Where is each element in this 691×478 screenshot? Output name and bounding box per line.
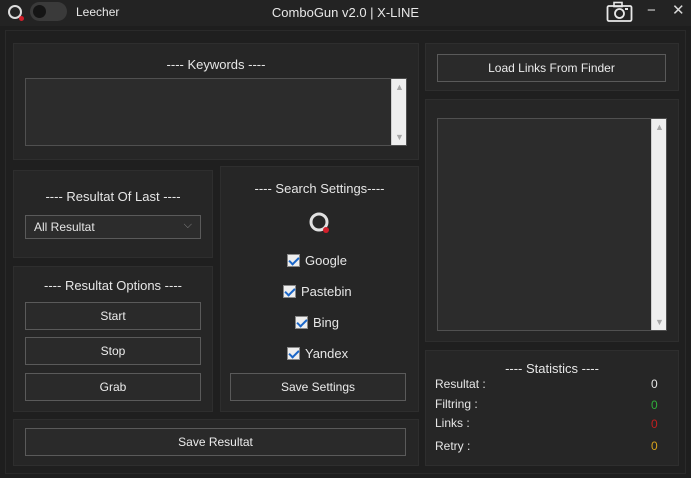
minimize-button[interactable]: − [647,3,656,19]
resultat-select[interactable]: All Resultat ⌵ [25,215,201,239]
statistics-title: ---- Statistics ---- [505,361,599,376]
camera-icon[interactable] [606,1,633,23]
bing-checkbox[interactable] [295,316,308,329]
stat-filtring-label: Filtring : [435,397,478,411]
pastebin-label: Pastebin [301,284,352,299]
stat-filtring-value: 0 [651,398,658,412]
loading-spinner-icon [309,212,329,233]
yandex-checkbox[interactable] [287,347,300,360]
resultat-of-last-panel: ---- Resultat Of Last ---- All Resultat … [13,170,213,258]
search-settings-title: ---- Search Settings---- [254,181,385,196]
resultat-options-title: ---- Resultat Options ---- [44,278,182,293]
stat-resultat-label: Resultat : [435,377,486,391]
stat-resultat-value: 0 [651,377,658,391]
stat-retry-value: 0 [651,439,658,453]
search-settings-panel: ---- Search Settings---- Google Pastebin… [220,166,419,412]
yandex-label: Yandex [305,346,349,361]
keywords-input[interactable]: ▲ ▼ [25,78,407,146]
keywords-scrollbar[interactable]: ▲ ▼ [391,79,406,145]
google-label: Google [305,253,347,268]
scroll-down-icon[interactable]: ▼ [392,131,407,143]
finder-panel: ▲ ▼ [425,99,679,342]
window-title: ComboGun v2.0 | X-LINE [271,5,420,20]
keywords-panel: ---- Keywords ---- ▲ ▼ [13,43,419,160]
title-bar: Leecher ComboGun v2.0 | X-LINE − ✕ [0,0,691,26]
scroll-up-icon[interactable]: ▲ [392,81,407,93]
stat-links-label: Links : [435,416,470,430]
bing-label: Bing [313,315,340,330]
stop-button[interactable]: Stop [25,337,201,365]
chevron-down-icon: ⌵ [183,219,192,231]
google-checkbox[interactable] [287,254,300,267]
resultat-select-value: All Resultat [34,220,95,234]
stat-retry-label: Retry : [435,439,471,453]
resultat-options-panel: ---- Resultat Options ---- Start Stop Gr… [13,266,213,412]
resultat-of-last-title: ---- Resultat Of Last ---- [45,189,181,204]
save-resultat-panel: Save Resultat [13,419,419,466]
grab-button[interactable]: Grab [25,373,201,401]
save-settings-button[interactable]: Save Settings [230,373,406,401]
close-button[interactable]: ✕ [672,3,685,19]
pastebin-checkbox-row[interactable]: Pastebin [283,284,352,299]
google-checkbox-row[interactable]: Google [287,253,347,268]
load-links-panel: Load Links From Finder [425,43,679,91]
stat-links-value: 0 [651,417,658,431]
finder-scrollbar[interactable]: ▲ ▼ [651,119,666,330]
scroll-up-icon[interactable]: ▲ [652,121,667,133]
scroll-down-icon[interactable]: ▼ [652,316,667,328]
start-button[interactable]: Start [25,302,201,330]
pastebin-checkbox[interactable] [283,285,296,298]
finder-links-list[interactable]: ▲ ▼ [437,118,667,331]
keywords-title: ---- Keywords ---- [166,57,266,72]
yandex-checkbox-row[interactable]: Yandex [287,346,348,361]
save-resultat-button[interactable]: Save Resultat [25,428,406,456]
bing-checkbox-row[interactable]: Bing [295,315,339,330]
load-links-button[interactable]: Load Links From Finder [437,54,666,82]
